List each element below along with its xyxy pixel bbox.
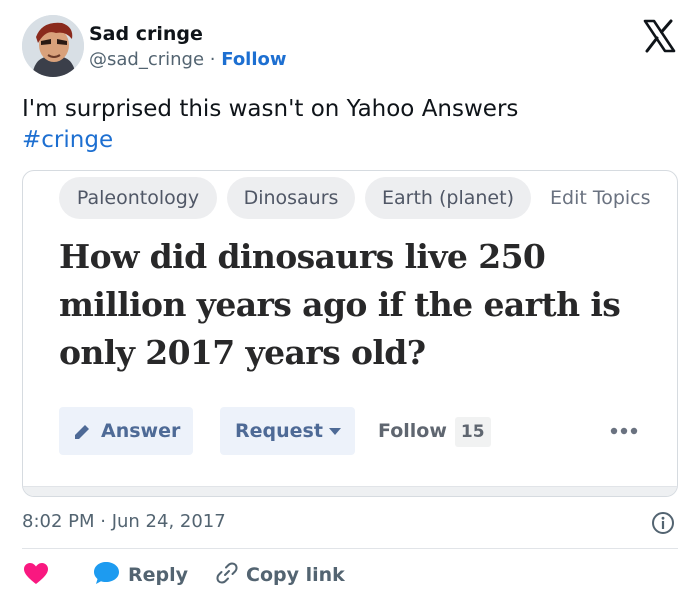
question-title: How did dinosaurs live 250 million years… xyxy=(59,237,621,372)
topic-chip[interactable]: Dinosaurs xyxy=(227,177,355,219)
copy-link-label: Copy link xyxy=(246,564,345,586)
author-handle[interactable]: @sad_cringe xyxy=(89,49,204,70)
topic-chip[interactable]: Earth (planet) xyxy=(365,177,531,219)
tweet-body: I'm surprised this wasn't on Yahoo Answe… xyxy=(22,96,519,122)
follow-count: 15 xyxy=(454,416,491,447)
link-icon xyxy=(215,561,239,589)
topic-chip[interactable]: Paleontology xyxy=(59,177,217,219)
card-bottom-strip xyxy=(23,486,677,496)
reply-bubble-icon xyxy=(93,560,121,590)
tweet-timestamp[interactable]: 8:02 PM · Jun 24, 2017 xyxy=(22,511,226,532)
author-display-name[interactable]: Sad cringe xyxy=(89,23,203,45)
reply-label: Reply xyxy=(128,564,189,586)
separator-dot: · xyxy=(209,49,216,70)
copy-link-button[interactable]: Copy link xyxy=(215,561,345,589)
more-dots-icon[interactable] xyxy=(608,419,642,443)
info-icon[interactable] xyxy=(651,511,675,535)
x-logo-icon[interactable] xyxy=(641,18,677,54)
embedded-image-card[interactable]: Paleontology Dinosaurs Earth (planet) Ed… xyxy=(22,170,678,497)
request-button[interactable]: Request xyxy=(220,407,355,455)
hashtag-link[interactable]: #cringe xyxy=(22,125,518,156)
request-label: Request xyxy=(235,420,323,442)
tweet-text: I'm surprised this wasn't on Yahoo Answe… xyxy=(22,94,518,156)
follow-author-link[interactable]: Follow xyxy=(221,49,286,70)
reply-button[interactable]: Reply xyxy=(93,561,188,589)
answer-label: Answer xyxy=(101,420,181,442)
follow-question-button[interactable]: Follow 15 xyxy=(378,407,491,455)
edit-topics-link[interactable]: Edit Topics xyxy=(550,177,651,219)
avatar-illustration xyxy=(22,15,84,77)
author-handle-row: @sad_cringe · Follow xyxy=(89,49,287,70)
follow-question-label: Follow xyxy=(378,420,447,442)
pencil-icon xyxy=(73,407,91,473)
heart-icon[interactable] xyxy=(23,562,49,586)
avatar[interactable] xyxy=(22,15,84,77)
answer-button[interactable]: Answer xyxy=(59,407,193,455)
caret-down-icon xyxy=(328,407,342,473)
divider xyxy=(22,548,678,549)
